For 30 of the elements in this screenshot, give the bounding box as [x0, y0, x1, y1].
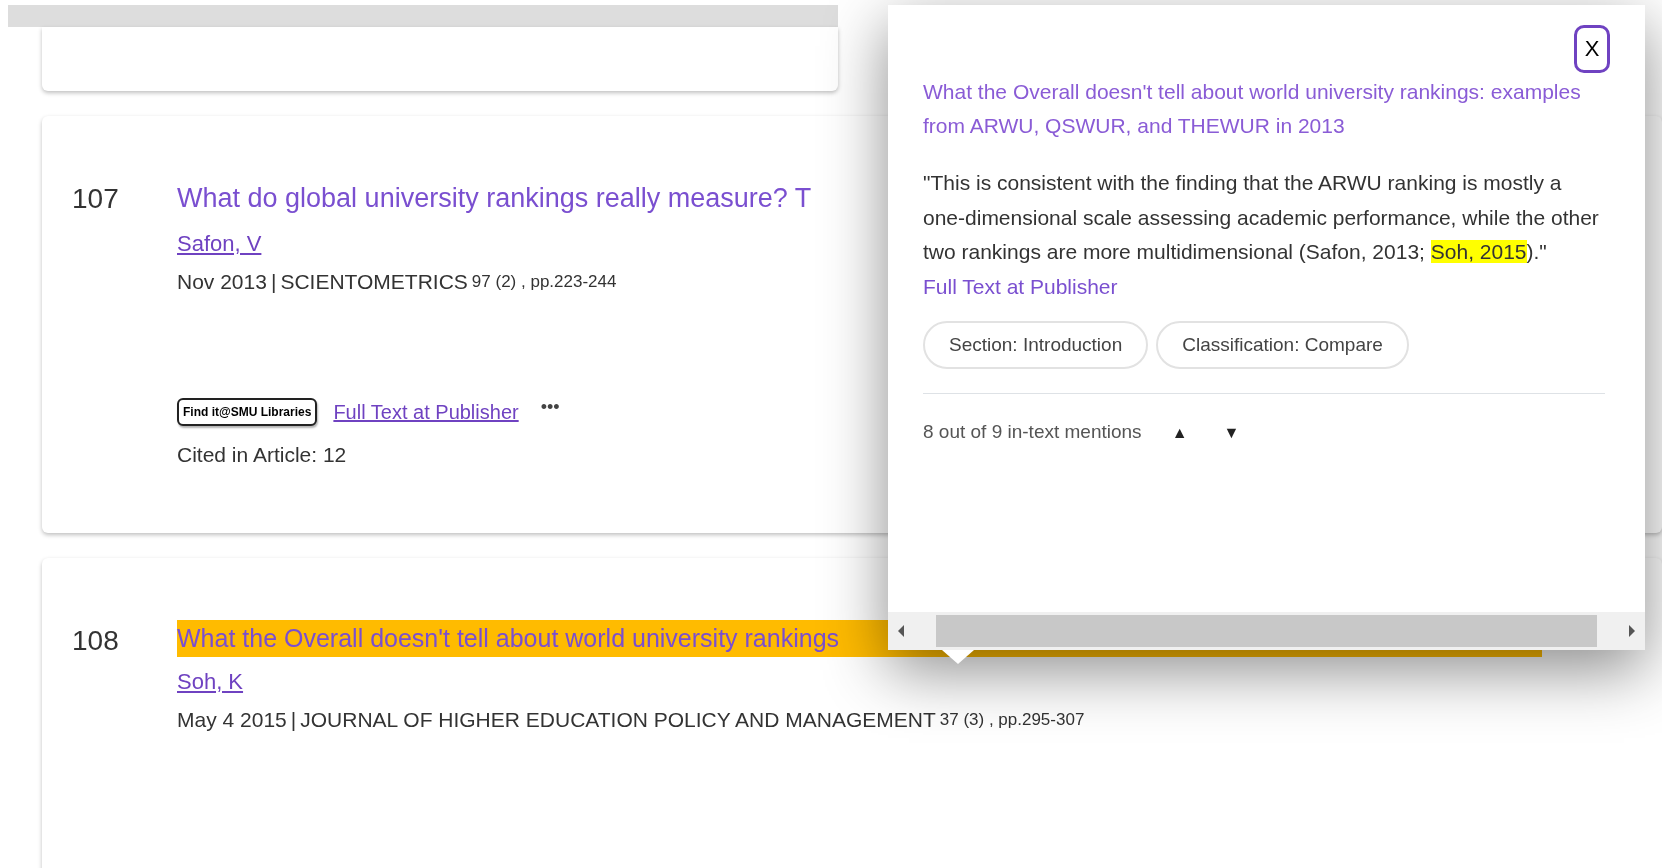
result-title[interactable]: What do global university rankings really measure? T — [177, 178, 812, 219]
result-number: 108 — [72, 623, 120, 658]
separator: | — [290, 707, 297, 733]
close-button[interactable]: X — [1574, 25, 1610, 73]
author-link[interactable]: Soh, K — [177, 665, 244, 698]
volume-pages: 37 (3) , pp.295-307 — [939, 709, 1085, 731]
author-link[interactable]: Safon, V — [177, 226, 262, 260]
publication-date: May 4 2015 — [177, 707, 287, 733]
scrollbar-thumb[interactable] — [936, 615, 1597, 647]
volume-pages: 97 (2) , pp.223-244 — [471, 270, 617, 293]
full-text-link[interactable]: Full Text at Publisher — [923, 275, 1118, 299]
citation-count: Cited in Article: 12 — [177, 442, 347, 468]
library-button[interactable]: Find it@SMU Libraries — [177, 398, 318, 426]
scroll-left-icon[interactable] — [896, 624, 906, 638]
highlighted-text: Soh, 2015 — [1430, 240, 1527, 264]
journal-name: JOURNAL OF HIGHER EDUCATION POLICY AND MANAGEMENT — [300, 707, 936, 733]
mention-count: 8 out of 9 in-text mentions — [923, 420, 1142, 445]
quote-text: "This is consistent with the finding that the ARWU ranking is mostly a one-dimensional scale assessing academic performance, while the other two rankings are more multidimensional (Safon, 2013; Soh, 2015)." Full Text at Publisher — [923, 170, 1600, 301]
separator: | — [270, 268, 277, 295]
more-button[interactable]: ••• — [534, 397, 566, 417]
tag-chip: Classification: Compare — [1156, 320, 1409, 370]
publication-date: Nov 2013 — [177, 268, 267, 295]
result-number: 107 — [72, 182, 120, 216]
full-text-link[interactable]: Full Text at Publisher — [333, 397, 519, 427]
journal-name: SCIENTOMETRICS — [280, 268, 468, 295]
next-button[interactable]: ▼ — [1217, 419, 1246, 446]
scroll-right-icon[interactable] — [1627, 624, 1637, 638]
previous-button[interactable]: ▲ — [1165, 419, 1194, 446]
popover-title[interactable]: What the Overall doesn't tell about world university rankings: examples from ARWU, QSWUR, and THEWUR in 2013 — [923, 75, 1605, 143]
tag-chip: Section: Introduction — [923, 320, 1149, 370]
